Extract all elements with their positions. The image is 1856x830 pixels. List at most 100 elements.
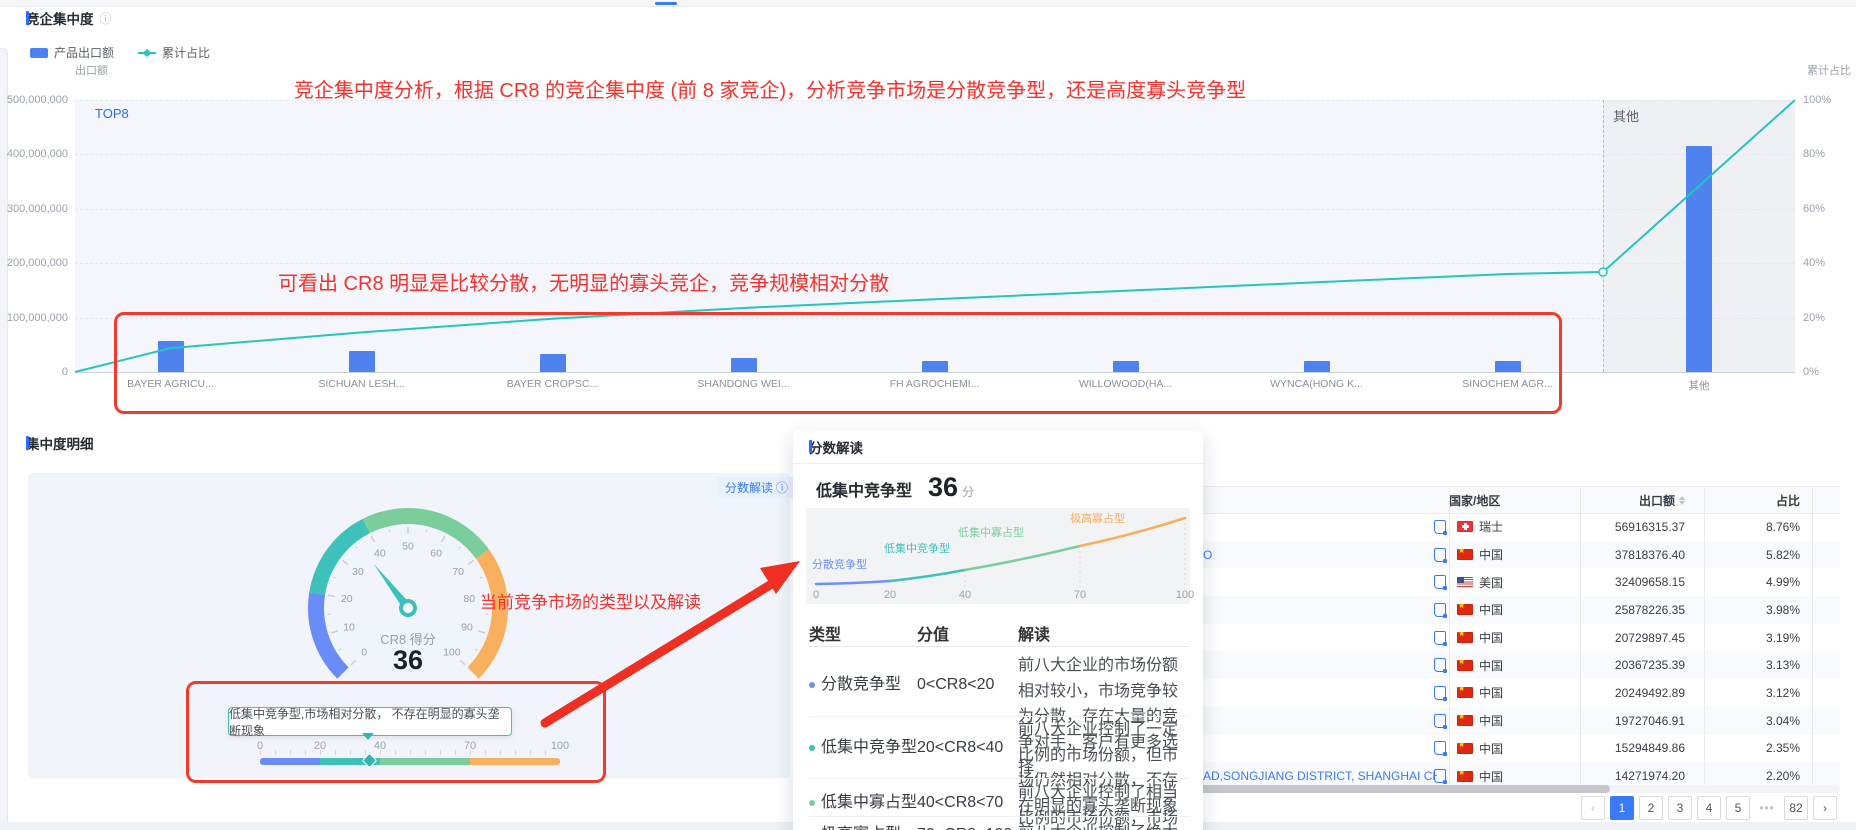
flag-cn-icon xyxy=(1457,715,1473,726)
table-divider xyxy=(1580,486,1581,790)
popup-title: 分数解读 xyxy=(809,437,863,457)
benchmark-icon[interactable] xyxy=(1434,741,1446,755)
popup-col-range: 分值 xyxy=(917,620,949,646)
table-divider xyxy=(1449,486,1450,790)
svg-text:30: 30 xyxy=(352,566,364,578)
y-tick-label: 300,000,000 xyxy=(0,203,68,215)
sort-icon[interactable] xyxy=(1679,493,1685,508)
benchmark-icon[interactable] xyxy=(1434,520,1446,534)
info-icon[interactable]: ⓘ xyxy=(100,10,112,27)
x-category-label: WILLOWOOD(HA... xyxy=(1051,378,1201,390)
popup-table-header-line xyxy=(809,646,1189,647)
page-button-1[interactable]: 1 xyxy=(1610,796,1634,820)
y2-tick-label: 80% xyxy=(1803,148,1853,160)
page-button-4[interactable]: 4 xyxy=(1697,796,1721,820)
benchmark-icon[interactable] xyxy=(1434,658,1446,672)
export-amount: 15294849.86 xyxy=(1525,735,1685,763)
country-name: 中国 xyxy=(1479,546,1503,563)
curve-tick-label: 40 xyxy=(950,589,980,601)
share-percent: 3.13% xyxy=(1700,651,1800,679)
export-amount: 32409658.15 xyxy=(1525,568,1685,596)
share-percent: 3.04% xyxy=(1700,707,1800,735)
curve-tick-label: 20 xyxy=(875,589,905,601)
annotation-top: 竞企集中度分析，根据 CR8 的竞企集中度 (前 8 家竞企)，分析竞争市场是分… xyxy=(200,74,1340,103)
popup-row-divider xyxy=(809,816,1189,817)
slider-minor-ticks xyxy=(260,750,560,755)
popup-row-desc: 前八大企业控制了绝大部分的市场份额，市场呈现出明显的寡头垄断特征 xyxy=(1018,820,1190,830)
popup-row-range: 70<CR8<100 xyxy=(917,822,1012,830)
export-amount: 25878226.35 xyxy=(1525,596,1685,624)
section-title-text: 集中度明细 xyxy=(26,433,94,453)
flag-cn-icon xyxy=(1457,771,1473,782)
popup-row-type: 低集中寡占型 xyxy=(809,790,917,816)
page-button-last[interactable]: 82 xyxy=(1784,796,1808,820)
country-name: 中国 xyxy=(1479,684,1503,701)
legend-item-cumulative[interactable]: 累计占比 xyxy=(138,44,210,61)
legend-line-label: 累计占比 xyxy=(162,44,210,61)
score-explain-button[interactable]: 分数解读 ⓘ xyxy=(717,477,796,498)
benchmark-icon[interactable] xyxy=(1434,548,1446,562)
popup-header: 分数解读 xyxy=(793,430,1203,464)
title-accent-bar xyxy=(26,436,29,450)
benchmark-icon[interactable] xyxy=(1434,603,1446,617)
slider-segment xyxy=(470,758,560,765)
page-button-3[interactable]: 3 xyxy=(1668,796,1692,820)
y-tick-label: 200,000,000 xyxy=(0,257,68,269)
popup-score-line: 低集中竞争型 36 分 xyxy=(816,472,974,503)
annotation-middle: 可看出 CR8 明显是比较分散，无明显的寡头竞企，竞争规模相对分散 xyxy=(278,267,889,296)
section-title-detail: 集中度明细 xyxy=(26,433,94,453)
popup-col-type: 类型 xyxy=(809,620,841,646)
y2-axis-title: 累计占比 xyxy=(1795,62,1851,78)
y-tick-label: 400,000,000 xyxy=(0,148,68,160)
legend-item-export[interactable]: 产品出口额 xyxy=(30,44,114,61)
page-button-2[interactable]: 2 xyxy=(1639,796,1663,820)
share-percent: 4.99% xyxy=(1700,568,1800,596)
pagination: ‹ 1 2 3 4 5 ••• 82 › xyxy=(1581,796,1837,820)
info-icon: ⓘ xyxy=(776,479,788,496)
country-name: 美国 xyxy=(1479,574,1503,591)
type-dot-icon xyxy=(809,682,815,688)
svg-text:70: 70 xyxy=(452,566,464,578)
benchmark-icon[interactable] xyxy=(1434,575,1446,589)
country-name: 中国 xyxy=(1479,740,1503,757)
chart-x-axis-line xyxy=(75,372,1795,373)
y-tick-label: 500,000,000 xyxy=(0,94,68,106)
x-category-label: 其他 xyxy=(1624,378,1774,393)
flag-us-icon xyxy=(1457,577,1473,588)
popup-row-type: 低集中竞争型 xyxy=(809,735,917,761)
popup-current-type: 低集中竞争型 xyxy=(816,477,912,501)
flag-cn-icon xyxy=(1457,687,1473,698)
page-button-5[interactable]: 5 xyxy=(1726,796,1750,820)
export-amount: 37818376.40 xyxy=(1525,541,1685,569)
share-percent: 8.76% xyxy=(1700,513,1800,541)
page-ellipsis[interactable]: ••• xyxy=(1755,796,1779,820)
svg-text:80: 80 xyxy=(463,593,475,605)
page-prev-button[interactable]: ‹ xyxy=(1581,796,1605,820)
x-category-label: SICHUAN LESH... xyxy=(287,378,437,390)
export-amount: 20249492.89 xyxy=(1525,679,1685,707)
benchmark-icon[interactable] xyxy=(1434,686,1446,700)
benchmark-icon[interactable] xyxy=(1434,631,1446,645)
popup-score-unit: 分 xyxy=(962,483,974,500)
flag-cn-icon xyxy=(1457,604,1473,615)
dashboard-root: 竞企集中度 ⓘ 产品出口额 累计占比 出口额 累计占比 500,000,0004… xyxy=(0,0,1856,830)
table-divider xyxy=(1812,486,1813,790)
popup-row-type: 极高寡占型 xyxy=(809,822,901,830)
y2-tick-label: 40% xyxy=(1803,257,1853,269)
page-next-button[interactable]: › xyxy=(1813,796,1837,820)
slider-segment xyxy=(260,758,320,765)
country-name: 中国 xyxy=(1479,768,1503,785)
line-series-swatch-icon xyxy=(138,48,156,58)
svg-text:50: 50 xyxy=(402,541,414,553)
gauge-tooltip: 低集中竞争型,市场相对分散， 不存在明显的寡头垄断现象 xyxy=(228,707,512,736)
flag-cn-icon xyxy=(1457,632,1473,643)
benchmark-icon[interactable] xyxy=(1434,769,1446,783)
company-link[interactable]: O xyxy=(1203,541,1437,569)
y-axis-title: 出口额 xyxy=(75,62,108,78)
cumulative-line xyxy=(75,100,1795,372)
column-header-export[interactable]: 出口额 xyxy=(1525,487,1685,515)
benchmark-icon[interactable] xyxy=(1434,714,1446,728)
export-amount: 20729897.45 xyxy=(1525,624,1685,652)
share-percent: 3.19% xyxy=(1700,624,1800,652)
share-percent: 2.35% xyxy=(1700,735,1800,763)
